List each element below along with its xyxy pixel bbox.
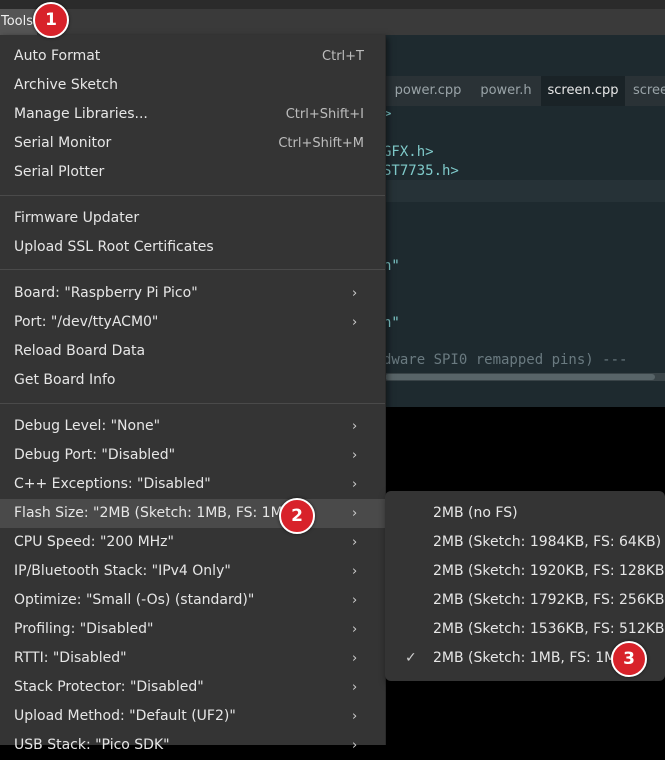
flash-option-label: 2MB (Sketch: 1MB, FS: 1MB) <box>433 650 632 666</box>
chevron-right-icon: › <box>352 448 358 463</box>
chevron-right-icon: › <box>352 622 358 637</box>
menu-item-upload-ssl-certificates[interactable]: Upload SSL Root Certificates <box>0 233 385 262</box>
menu-item-label: Debug Port: "Disabled" <box>14 447 176 463</box>
menu-item-label: C++ Exceptions: "Disabled" <box>14 476 211 492</box>
chevron-right-icon: › <box>352 477 358 492</box>
menu-item-get-board-info[interactable]: Get Board Info <box>0 366 385 395</box>
flash-option-fs-512kb[interactable]: 2MB (Sketch: 1536KB, FS: 512KB) <box>385 615 665 644</box>
menu-item-debug-port[interactable]: Debug Port: "Disabled" › <box>0 441 385 470</box>
menu-item-label: Profiling: "Disabled" <box>14 621 154 637</box>
menu-item-cpu-speed[interactable]: CPU Speed: "200 MHz" › <box>0 528 385 557</box>
code-line: ST7735.h> <box>383 163 459 179</box>
chevron-right-icon: › <box>352 419 358 434</box>
editor-tab-bar: power.cpp power.h screen.cpp scree <box>385 76 665 106</box>
tools-menu[interactable]: Tools <box>0 9 38 35</box>
menu-separator <box>0 403 385 404</box>
chevron-right-icon: › <box>352 564 358 579</box>
menu-item-label: Flash Size: "2MB (Sketch: 1MB, FS: 1MB)" <box>14 505 305 521</box>
menu-item-label: Upload SSL Root Certificates <box>14 239 214 255</box>
shortcut-label: Ctrl+Shift+M <box>278 136 364 151</box>
menu-item-label: Port: "/dev/ttyACM0" <box>14 314 159 330</box>
step-badge-3: 3 <box>611 641 647 677</box>
chevron-right-icon: › <box>352 709 358 724</box>
code-line: GFX.h> <box>383 144 434 160</box>
flash-option-label: 2MB (Sketch: 1536KB, FS: 512KB) <box>433 621 665 637</box>
menu-item-profiling[interactable]: Profiling: "Disabled" › <box>0 615 385 644</box>
step-badge-2: 2 <box>279 498 315 534</box>
flash-option-label: 2MB (Sketch: 1792KB, FS: 256KB) <box>433 592 665 608</box>
chevron-right-icon: › <box>352 506 358 521</box>
menu-item-label: Reload Board Data <box>14 343 146 359</box>
flash-option-label: 2MB (Sketch: 1920KB, FS: 128KB) <box>433 563 665 579</box>
current-line-highlight <box>385 180 665 202</box>
menu-item-optimize[interactable]: Optimize: "Small (-Os) (standard)" › <box>0 586 385 615</box>
menu-item-label: Get Board Info <box>14 372 116 388</box>
flash-option-2mb-no-fs[interactable]: 2MB (no FS) <box>385 499 665 528</box>
menu-item-rtti[interactable]: RTTI: "Disabled" › <box>0 644 385 673</box>
scrollbar-thumb[interactable] <box>385 374 655 380</box>
menu-item-label: Auto Format <box>14 48 101 64</box>
menu-item-label: Debug Level: "None" <box>14 418 161 434</box>
menu-separator <box>0 195 385 196</box>
chevron-right-icon: › <box>352 593 358 608</box>
shortcut-label: Ctrl+T <box>322 49 364 64</box>
shortcut-label: Ctrl+Shift+I <box>285 107 364 122</box>
menu-item-label: USB Stack: "Pico SDK" <box>14 737 170 753</box>
menu-item-label: Serial Monitor <box>14 135 112 151</box>
flash-option-label: 2MB (no FS) <box>433 505 518 521</box>
menu-item-ip-bluetooth-stack[interactable]: IP/Bluetooth Stack: "IPv4 Only" › <box>0 557 385 586</box>
tab-power-cpp[interactable]: power.cpp <box>385 76 471 106</box>
menu-separator <box>0 269 385 270</box>
menu-item-stack-protector[interactable]: Stack Protector: "Disabled" › <box>0 673 385 702</box>
menu-item-auto-format[interactable]: Auto Format Ctrl+T <box>0 42 385 71</box>
code-comment-line: dware SPI0 remapped pins) --- <box>383 352 628 368</box>
chevron-right-icon: › <box>352 680 358 695</box>
chevron-right-icon: › <box>352 315 358 330</box>
tab-power-h[interactable]: power.h <box>471 76 541 106</box>
menu-item-label: Archive Sketch <box>14 77 119 93</box>
menu-item-label: IP/Bluetooth Stack: "IPv4 Only" <box>14 563 231 579</box>
chevron-right-icon: › <box>352 651 358 666</box>
menu-item-label: Board: "Raspberry Pi Pico" <box>14 285 198 301</box>
menu-item-cpp-exceptions[interactable]: C++ Exceptions: "Disabled" › <box>0 470 385 499</box>
menu-item-reload-board-data[interactable]: Reload Board Data <box>0 337 385 366</box>
chevron-right-icon: › <box>352 286 358 301</box>
menu-bar: Tools <box>0 9 665 35</box>
chevron-right-icon: › <box>352 738 358 753</box>
menu-item-flash-size[interactable]: Flash Size: "2MB (Sketch: 1MB, FS: 1MB)"… <box>0 499 385 528</box>
window-top-strip <box>0 0 665 9</box>
menu-item-label: CPU Speed: "200 MHz" <box>14 534 174 550</box>
menu-item-port[interactable]: Port: "/dev/ttyACM0" › <box>0 308 385 337</box>
flash-option-fs-256kb[interactable]: 2MB (Sketch: 1792KB, FS: 256KB) <box>385 586 665 615</box>
step-badge-1: 1 <box>33 2 69 38</box>
tab-screen-h[interactable]: scree <box>625 76 665 106</box>
menu-item-label: RTTI: "Disabled" <box>14 650 127 666</box>
menu-item-firmware-updater[interactable]: Firmware Updater <box>0 204 385 233</box>
menu-item-debug-level[interactable]: Debug Level: "None" › <box>0 412 385 441</box>
flash-option-fs-64kb[interactable]: 2MB (Sketch: 1984KB, FS: 64KB) <box>385 528 665 557</box>
menu-item-upload-method[interactable]: Upload Method: "Default (UF2)" › <box>0 702 385 731</box>
menu-item-serial-plotter[interactable]: Serial Plotter <box>0 158 385 187</box>
menu-item-board[interactable]: Board: "Raspberry Pi Pico" › <box>0 279 385 308</box>
menu-item-archive-sketch[interactable]: Archive Sketch <box>0 71 385 100</box>
editor-horizontal-scrollbar[interactable] <box>385 373 665 381</box>
menu-item-serial-monitor[interactable]: Serial Monitor Ctrl+Shift+M <box>0 129 385 158</box>
menu-item-label: Upload Method: "Default (UF2)" <box>14 708 236 724</box>
tools-dropdown-menu: Auto Format Ctrl+T Archive Sketch Manage… <box>0 35 386 753</box>
menu-item-label: Manage Libraries... <box>14 106 148 122</box>
chevron-right-icon: › <box>352 535 358 550</box>
menu-item-manage-libraries[interactable]: Manage Libraries... Ctrl+Shift+I <box>0 100 385 129</box>
menu-item-label: Serial Plotter <box>14 164 105 180</box>
checkmark-icon: ✓ <box>405 650 417 666</box>
menu-item-label: Optimize: "Small (-Os) (standard)" <box>14 592 255 608</box>
tab-screen-cpp[interactable]: screen.cpp <box>541 76 625 106</box>
menu-item-label: Firmware Updater <box>14 210 140 226</box>
menu-item-usb-stack[interactable]: USB Stack: "Pico SDK" › <box>0 731 385 760</box>
flash-option-fs-128kb[interactable]: 2MB (Sketch: 1920KB, FS: 128KB) <box>385 557 665 586</box>
flash-option-label: 2MB (Sketch: 1984KB, FS: 64KB) <box>433 534 662 550</box>
menu-item-label: Stack Protector: "Disabled" <box>14 679 204 695</box>
